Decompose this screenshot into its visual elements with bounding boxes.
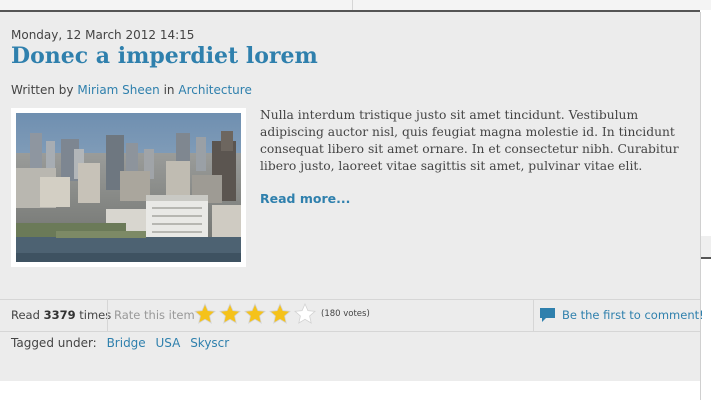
first-comment-link[interactable]: Be the first to comment! [562, 308, 704, 322]
article-byline: Written by Miriam Sheen in Architecture [11, 83, 252, 97]
votes-count: (180 votes) [321, 309, 370, 319]
article-title[interactable]: Donec a imperdiet lorem [11, 43, 318, 69]
article-meta-bar: Read 3379 times Rate this item (180 vote… [0, 299, 704, 332]
article-image-city-skyline[interactable] [16, 113, 241, 262]
article-image-frame[interactable] [11, 108, 246, 267]
read-label: Read [11, 308, 40, 322]
star-1-icon[interactable] [193, 302, 217, 326]
rate-label: Rate this item [114, 308, 195, 322]
article-top-rule [0, 10, 700, 12]
star-2-icon[interactable] [218, 302, 242, 326]
category-link[interactable]: Architecture [178, 83, 251, 97]
top-divider [352, 0, 353, 10]
star-4-icon[interactable] [268, 302, 292, 326]
author-link[interactable]: Miriam Sheen [77, 83, 159, 97]
article-intro: Nulla interdum tristique justo sit amet … [260, 108, 679, 173]
read-more-link[interactable]: Read more... [260, 191, 350, 206]
comment-bubble-icon[interactable] [539, 307, 556, 324]
tags-label: Tagged under: [11, 336, 97, 350]
right-gutter-rule [701, 257, 711, 259]
tags-line: Tagged under: Bridge USA Skyscr [11, 336, 229, 350]
in-label: in [163, 83, 175, 97]
hits-counter: Read 3379 times [11, 308, 111, 322]
written-by-label: Written by [11, 83, 74, 97]
star-5-icon[interactable] [293, 302, 317, 326]
right-gutter-block [701, 236, 711, 258]
article-date: Monday, 12 March 2012 14:15 [11, 28, 195, 42]
tag-link[interactable]: Skyscr [190, 336, 229, 350]
meta-separator [107, 300, 108, 331]
tag-link[interactable]: Bridge [107, 336, 146, 350]
hits-value: 3379 [43, 308, 76, 322]
top-strip [0, 0, 711, 10]
meta-separator-2 [533, 300, 534, 331]
tag-link[interactable]: USA [156, 336, 181, 350]
right-gutter [700, 12, 711, 400]
star-3-icon[interactable] [243, 302, 267, 326]
